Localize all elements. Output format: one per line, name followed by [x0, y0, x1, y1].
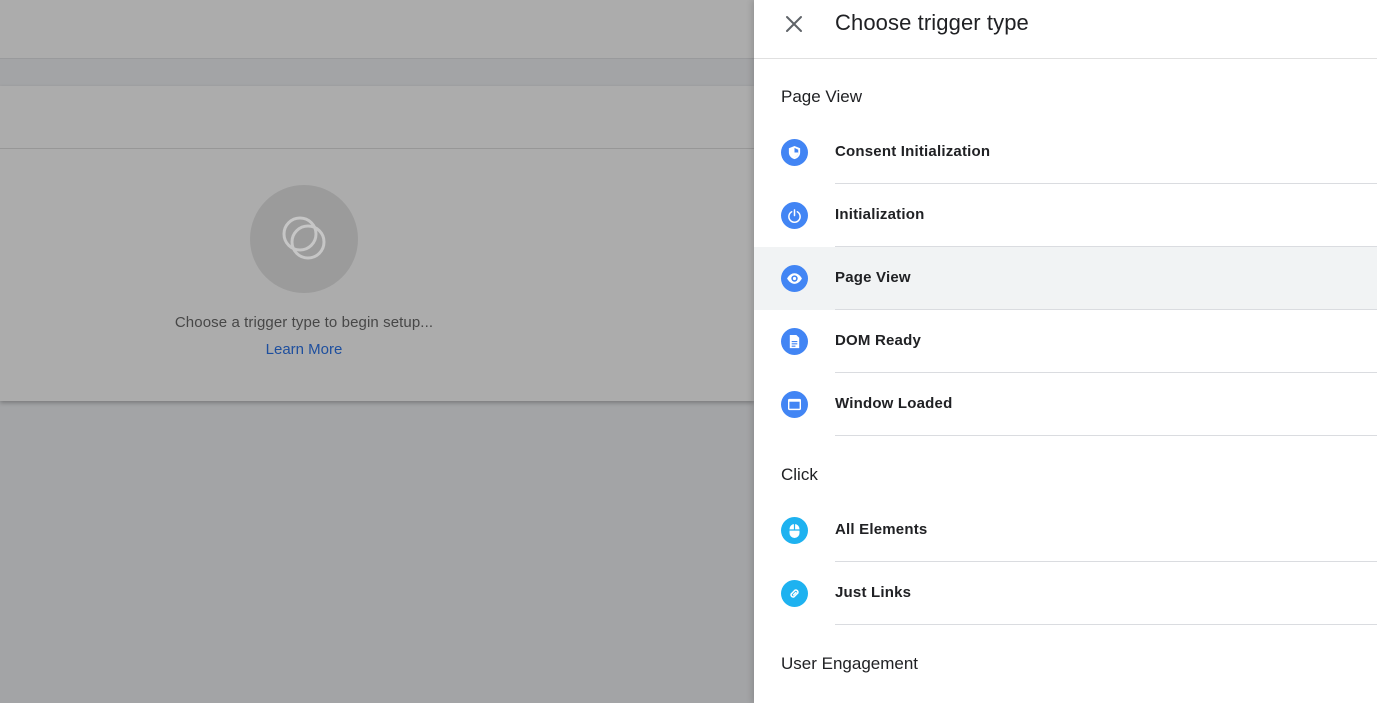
- section-title-click: Click: [781, 465, 818, 484]
- trigger-item-consent-initialization[interactable]: Consent Initialization: [754, 121, 1377, 184]
- document-icon: [781, 328, 808, 355]
- shield-icon: [781, 139, 808, 166]
- trigger-item-label: Window Loaded: [835, 395, 953, 412]
- placeholder-text: Choose a trigger type to begin setup...: [174, 314, 434, 331]
- trigger-item-label: Page View: [835, 269, 911, 286]
- choose-trigger-type-panel: Choose trigger type Page View Consent In…: [754, 0, 1377, 703]
- trigger-item-all-elements[interactable]: All Elements: [754, 499, 1377, 562]
- trigger-overlap-circles-icon: [282, 216, 326, 260]
- item-divider: [835, 624, 1377, 625]
- trigger-config-card-header: [0, 86, 754, 149]
- learn-more-link[interactable]: Learn More: [0, 341, 608, 358]
- trigger-item-dom-ready[interactable]: DOM Ready: [754, 310, 1377, 373]
- section-title-user-engagement: User Engagement: [781, 654, 919, 673]
- trigger-item-just-links[interactable]: Just Links: [754, 562, 1377, 625]
- trigger-item-label: Initialization: [835, 206, 925, 223]
- mouse-icon: [781, 517, 808, 544]
- trigger-item-window-loaded[interactable]: Window Loaded: [754, 373, 1377, 436]
- trigger-placeholder-icon[interactable]: [250, 185, 358, 293]
- close-icon: [786, 16, 802, 32]
- eye-icon: [781, 265, 808, 292]
- panel-header: Choose trigger type: [754, 0, 1377, 59]
- window-icon: [781, 391, 808, 418]
- close-button[interactable]: [778, 8, 810, 40]
- trigger-config-card: Choose a trigger type to begin setup... …: [0, 86, 754, 401]
- link-icon: [781, 580, 808, 607]
- item-divider: [835, 435, 1377, 436]
- trigger-item-label: Just Links: [835, 584, 912, 601]
- trigger-item-initialization[interactable]: Initialization: [754, 184, 1377, 247]
- background-top-bar: [0, 0, 754, 59]
- trigger-item-label: All Elements: [835, 521, 928, 538]
- trigger-item-label: Consent Initialization: [835, 143, 991, 160]
- page-backdrop: Choose a trigger type to begin setup... …: [0, 0, 754, 703]
- section-title-page-view: Page View: [781, 87, 862, 106]
- trigger-item-label: DOM Ready: [835, 332, 921, 349]
- power-icon: [781, 202, 808, 229]
- trigger-item-page-view[interactable]: Page View: [754, 247, 1377, 310]
- panel-title: Choose trigger type: [835, 10, 1029, 35]
